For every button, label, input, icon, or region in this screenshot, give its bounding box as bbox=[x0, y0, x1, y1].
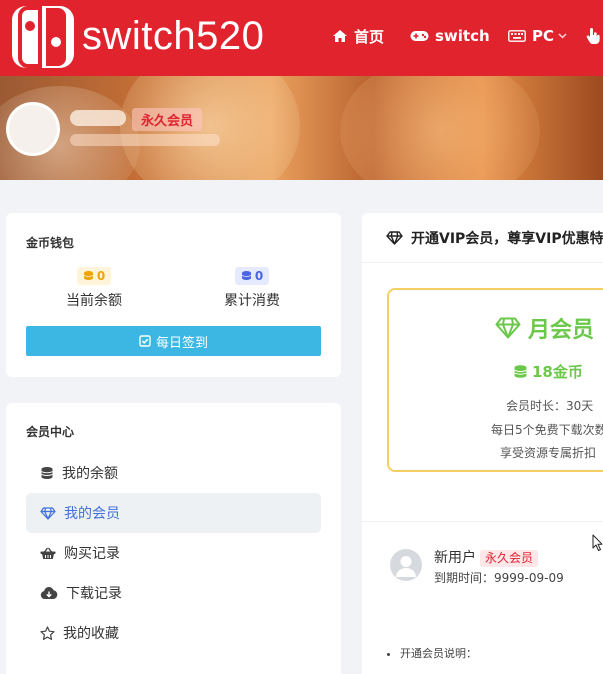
nav-home-label: 首页 bbox=[354, 27, 385, 46]
menu-label: 我的收藏 bbox=[63, 626, 119, 642]
notes-title: 开通会员说明： bbox=[400, 645, 477, 661]
switch-logo-icon[interactable] bbox=[10, 4, 76, 70]
spent-stat: 0 累计消费 bbox=[182, 266, 322, 310]
diamond-icon bbox=[386, 230, 403, 245]
menu-my-membership[interactable]: 我的会员 bbox=[26, 493, 321, 533]
coins-icon bbox=[514, 365, 527, 378]
profile-description-blurred bbox=[70, 134, 220, 146]
profile-avatar[interactable] bbox=[6, 102, 60, 156]
menu-download-history[interactable]: 下载记录 bbox=[26, 573, 321, 613]
coins-icon bbox=[41, 467, 53, 479]
menu-my-balance[interactable]: 我的余额 bbox=[26, 453, 321, 493]
balance-value: 0 bbox=[96, 268, 106, 283]
chevron-down-icon bbox=[558, 33, 567, 39]
membership-expiry: 到期时间：9999-09-09 bbox=[434, 571, 564, 585]
cloud-download-icon bbox=[40, 586, 58, 599]
user-name-line: 新用户 永久会员 bbox=[434, 547, 539, 567]
coin-wallet-card: 金币钱包 0 当前余额 0 累计消费 每日签到 bbox=[6, 213, 341, 377]
vip-heading: 开通VIP会员，尊享VIP优惠特 bbox=[411, 230, 603, 247]
coins-icon bbox=[241, 271, 251, 280]
diamond-icon bbox=[495, 317, 521, 339]
nav-home[interactable]: 首页 bbox=[332, 22, 384, 50]
member-center-title: 会员中心 bbox=[26, 425, 75, 439]
member-center-card: 会员中心 我的余额 我的会员 购买记录 下载记录 我的收藏 bbox=[6, 403, 341, 674]
vip-purchase-card: 开通VIP会员，尊享VIP优惠特 月会员 18金币 会员时长：30天 每日5个免… bbox=[362, 213, 603, 674]
plan-duration: 会员时长：30天 bbox=[506, 399, 594, 413]
plan-price-text: 18金币 bbox=[532, 363, 583, 381]
site-logo-text[interactable]: switch520 bbox=[82, 12, 264, 60]
basket-icon bbox=[40, 547, 56, 559]
nav-switch[interactable]: switch bbox=[410, 22, 490, 50]
plan-name: 月会员 bbox=[495, 312, 594, 344]
banner-decoration bbox=[340, 76, 540, 180]
menu-my-favorites[interactable]: 我的收藏 bbox=[26, 613, 321, 653]
profile-username-blurred bbox=[70, 110, 126, 126]
user-avatar bbox=[390, 549, 422, 581]
nav-switch-label: switch bbox=[435, 27, 490, 45]
menu-label: 购买记录 bbox=[64, 546, 120, 562]
plan-daily-downloads: 每日5个免费下载次数 bbox=[491, 423, 603, 437]
top-navbar: switch520 首页 switch PC bbox=[0, 0, 603, 76]
spent-label: 累计消费 bbox=[224, 293, 280, 309]
menu-label: 下载记录 bbox=[66, 586, 122, 602]
profile-banner: 永久会员 bbox=[0, 76, 603, 180]
checkin-label: 每日签到 bbox=[155, 335, 208, 351]
spent-pill: 0 bbox=[234, 266, 270, 285]
balance-pill: 0 bbox=[76, 266, 112, 285]
check-square-icon bbox=[139, 335, 151, 347]
diamond-icon bbox=[40, 506, 56, 520]
user-icon bbox=[396, 556, 416, 577]
home-icon bbox=[333, 30, 347, 42]
balance-stat: 0 当前余额 bbox=[24, 266, 164, 310]
membership-notes: 开通会员说明： bbox=[388, 645, 477, 661]
daily-checkin-button[interactable]: 每日签到 bbox=[26, 326, 321, 356]
divider bbox=[362, 521, 603, 522]
mouse-cursor-icon bbox=[592, 534, 603, 551]
spent-value: 0 bbox=[254, 268, 264, 283]
plan-price: 18金币 bbox=[513, 361, 583, 382]
user-member-badge: 永久会员 bbox=[480, 550, 539, 567]
nav-pc-dropdown[interactable]: PC bbox=[508, 22, 567, 50]
hand-pointer-icon bbox=[586, 28, 600, 44]
wallet-title: 金币钱包 bbox=[26, 236, 75, 250]
menu-label: 我的会员 bbox=[64, 506, 120, 522]
keyboard-icon bbox=[508, 30, 526, 42]
menu-label: 我的余额 bbox=[62, 466, 118, 482]
coins-icon bbox=[83, 271, 93, 280]
monthly-plan-option[interactable]: 月会员 18金币 会员时长：30天 每日5个免费下载次数 享受资源专属折扣 bbox=[387, 288, 603, 472]
plan-discount: 享受资源专属折扣 bbox=[500, 446, 597, 460]
user-name: 新用户 bbox=[434, 550, 476, 566]
member-status-badge: 永久会员 bbox=[132, 108, 203, 131]
vip-header: 开通VIP会员，尊享VIP优惠特 bbox=[362, 213, 603, 263]
star-icon bbox=[40, 625, 55, 640]
balance-label: 当前余额 bbox=[66, 293, 122, 309]
nav-pc-label: PC bbox=[532, 27, 555, 45]
gamepad-icon bbox=[410, 31, 429, 41]
nav-overflow-item[interactable] bbox=[586, 22, 603, 50]
menu-purchase-history[interactable]: 购买记录 bbox=[26, 533, 321, 573]
plan-name-text: 月会员 bbox=[528, 318, 595, 343]
